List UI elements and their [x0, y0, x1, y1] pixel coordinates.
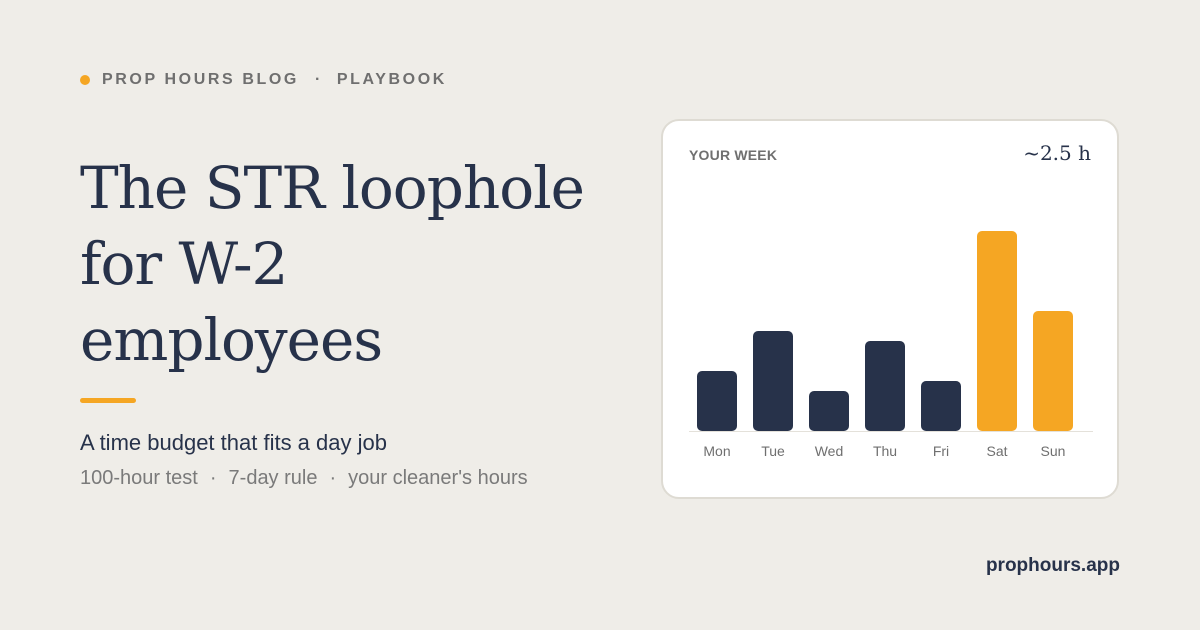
tag-7-day-rule: 7-day rule: [228, 467, 318, 489]
tag-cleaner-hours: your cleaner's hours: [348, 467, 528, 489]
eyebrow-separator: ·: [314, 71, 323, 88]
tag-separator: ·: [209, 467, 217, 489]
title-line-2: for W-2: [80, 230, 288, 298]
bar-sun: [1033, 311, 1073, 431]
blog-brand-label: PROP HOURS BLOG: [102, 71, 299, 88]
tick-label-mon: Mon: [703, 443, 730, 459]
tick-label-thu: Thu: [873, 443, 897, 459]
blog-eyebrow: PROP HOURS BLOG · PLAYBOOK: [80, 69, 447, 91]
bar-sat: [977, 231, 1017, 431]
bar-mon: [697, 371, 737, 431]
bar-wed: [809, 391, 849, 431]
bar-tue: [753, 331, 793, 431]
bar-thu: [865, 341, 905, 431]
blog-section-label: PLAYBOOK: [336, 71, 447, 88]
site-url: prophours.app: [985, 555, 1120, 576]
weekly-hours-card: YOUR WEEK ~2.5 h Mon Tue Wed Thu Fri Sat Sun: [661, 119, 1119, 499]
accent-rule: [80, 398, 136, 403]
tag-separator: ·: [329, 467, 337, 489]
bar-fri: [921, 381, 961, 431]
tick-label-sun: Sun: [1041, 443, 1066, 459]
title-line-1: The STR loophole: [80, 154, 585, 222]
tick-label-wed: Wed: [815, 443, 844, 459]
topic-tags: 100-hour test · 7-day rule · your cleane…: [80, 467, 528, 490]
weekly-hours-chart: Mon Tue Wed Thu Fri Sat Sun: [689, 231, 1093, 459]
accent-dot-icon: [80, 75, 90, 85]
title-line-3: employees: [80, 306, 383, 374]
tag-100-hour-test: 100-hour test: [80, 467, 198, 489]
page-title: The STR loophole for W-2 employees: [80, 150, 620, 378]
tick-label-sat: Sat: [986, 443, 1007, 459]
tick-label-fri: Fri: [933, 443, 949, 459]
page-subtitle: A time budget that fits a day job: [80, 430, 387, 455]
tick-label-tue: Tue: [761, 443, 785, 459]
